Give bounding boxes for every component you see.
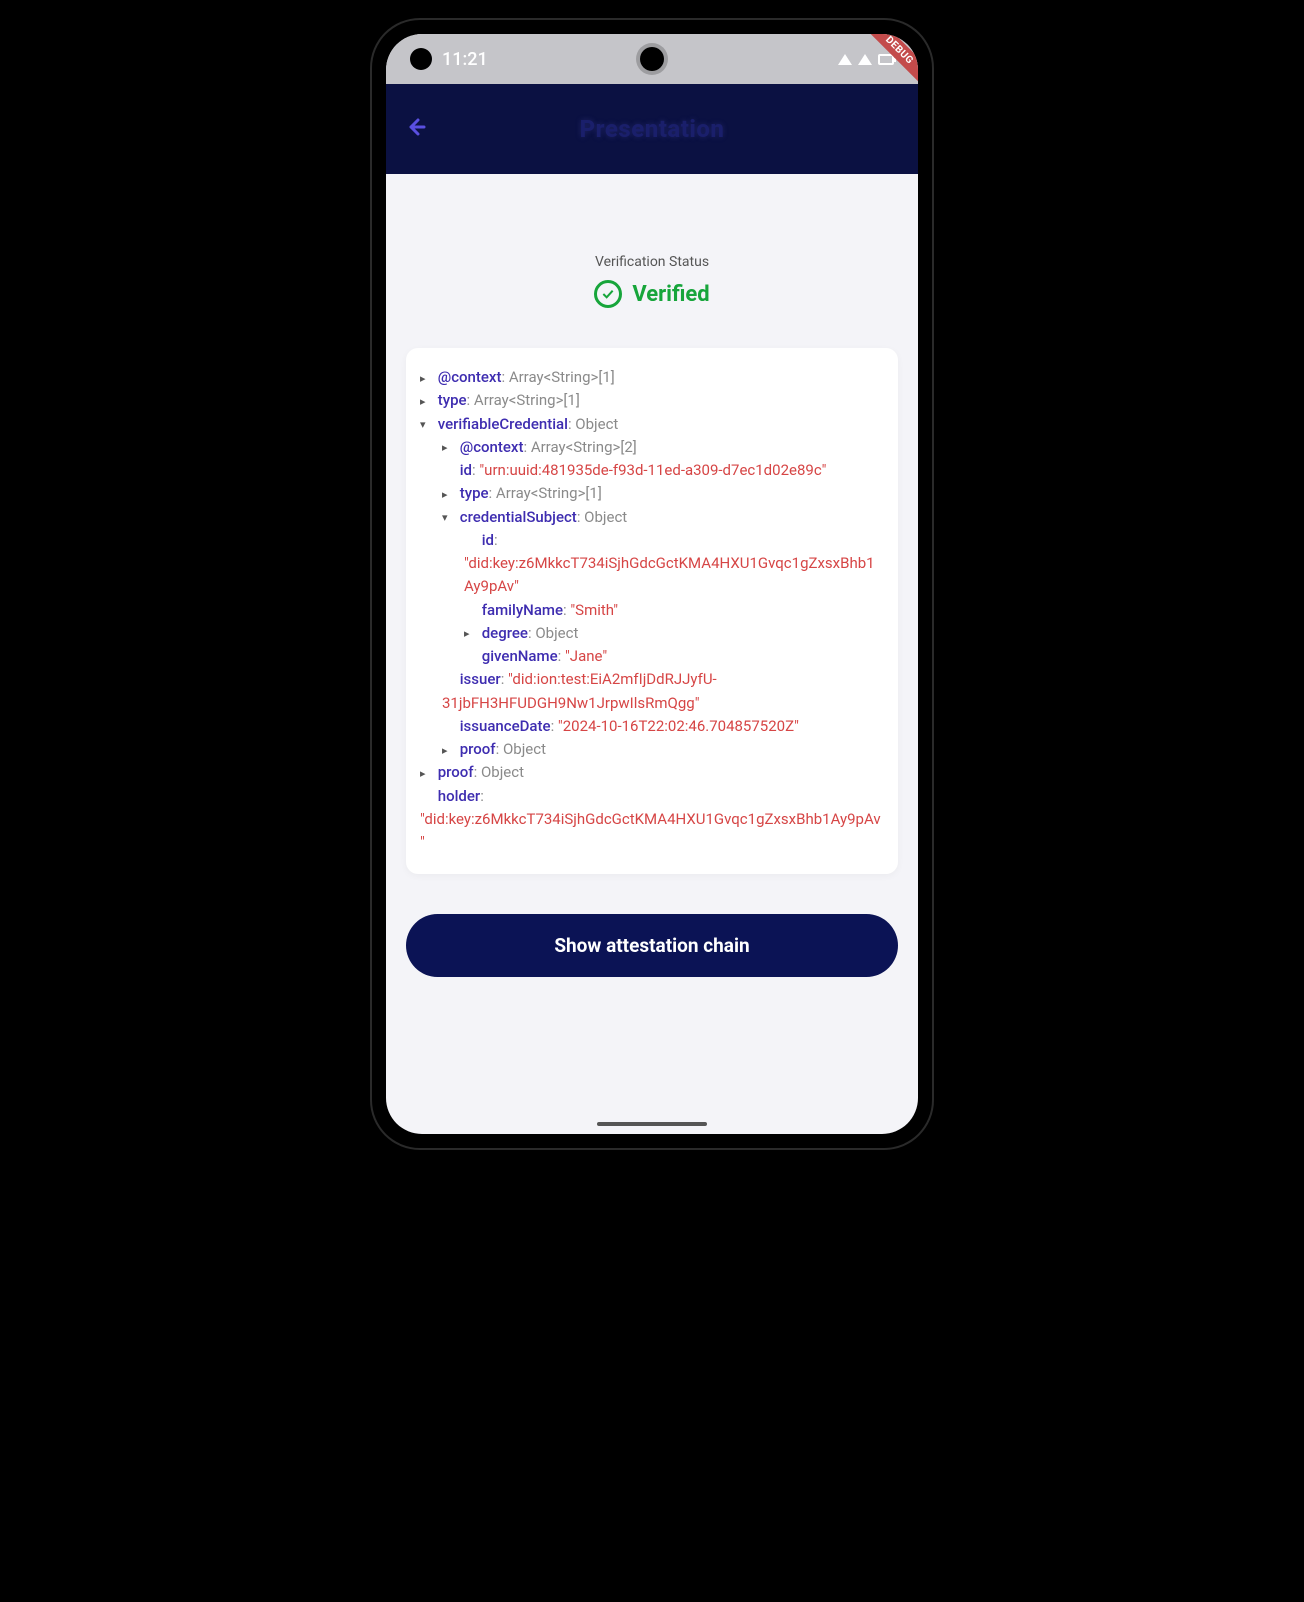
chevron-right-icon [420,370,432,387]
json-node-vc-issuance-date: issuanceDate: "2024-10-16T22:02:46.70485… [442,715,884,738]
json-node-vc-context[interactable]: @context: Array<String>[2] [442,436,884,459]
main-content: Verification Status Verified @context: A… [386,174,918,1007]
check-circle-icon [594,280,622,308]
json-node-cs-id: id: "did:key:z6MkkcT734iSjhGdcGctKMA4HXU… [464,529,884,599]
status-indicators [838,54,894,65]
status-time: 11:21 [442,49,488,70]
json-node-type[interactable]: type: Array<String>[1] [420,389,884,412]
app-bar: Presentation [386,84,918,174]
json-node-vc-issuer: issuer: "did:ion:test:EiA2mfIjDdRJJyfU-3… [442,668,884,715]
verification-status-value: Verified [632,282,709,307]
front-camera-icon [640,47,664,71]
chevron-right-icon [464,625,476,642]
json-node-context[interactable]: @context: Array<String>[1] [420,366,884,389]
json-node-vc-id: id: "urn:uuid:481935de-f93d-11ed-a309-d7… [442,459,884,482]
page-title: Presentation [386,115,918,143]
phone-screen: 11:21 DEBUG Presentation Verification St… [386,34,918,1134]
chevron-right-icon [442,742,454,759]
wifi-icon [838,54,852,65]
status-bar: 11:21 DEBUG [386,34,918,84]
back-button[interactable] [404,113,444,146]
json-node-cs-given-name: givenName: "Jane" [464,645,884,668]
verification-status-label: Verification Status [406,254,898,270]
json-node-vc-proof[interactable]: proof: Object [442,738,884,761]
chevron-right-icon [420,393,432,410]
json-node-cs-family-name: familyName: "Smith" [464,599,884,622]
json-tree-card: @context: Array<String>[1] type: Array<S… [406,348,898,874]
phone-frame: 11:21 DEBUG Presentation Verification St… [372,20,932,1148]
json-node-cs-degree[interactable]: degree: Object [464,622,884,645]
chevron-down-icon [442,509,454,526]
json-node-proof[interactable]: proof: Object [420,761,884,784]
json-node-verifiable-credential[interactable]: verifiableCredential: Object [420,413,884,436]
chevron-right-icon [420,765,432,782]
json-node-holder: holder: "did:key:z6MkkcT734iSjhGdcGctKMA… [420,785,884,855]
home-indicator[interactable] [597,1122,707,1126]
signal-icon [858,54,872,65]
verification-status-block: Verification Status Verified [406,254,898,308]
show-attestation-chain-button[interactable]: Show attestation chain [406,914,898,977]
arrow-left-icon [404,115,428,139]
chevron-right-icon [442,486,454,503]
chevron-right-icon [442,439,454,456]
json-node-credential-subject[interactable]: credentialSubject: Object [442,506,884,529]
status-camera-cutout-left [410,48,432,70]
chevron-down-icon [420,416,432,433]
json-node-vc-type[interactable]: type: Array<String>[1] [442,482,884,505]
